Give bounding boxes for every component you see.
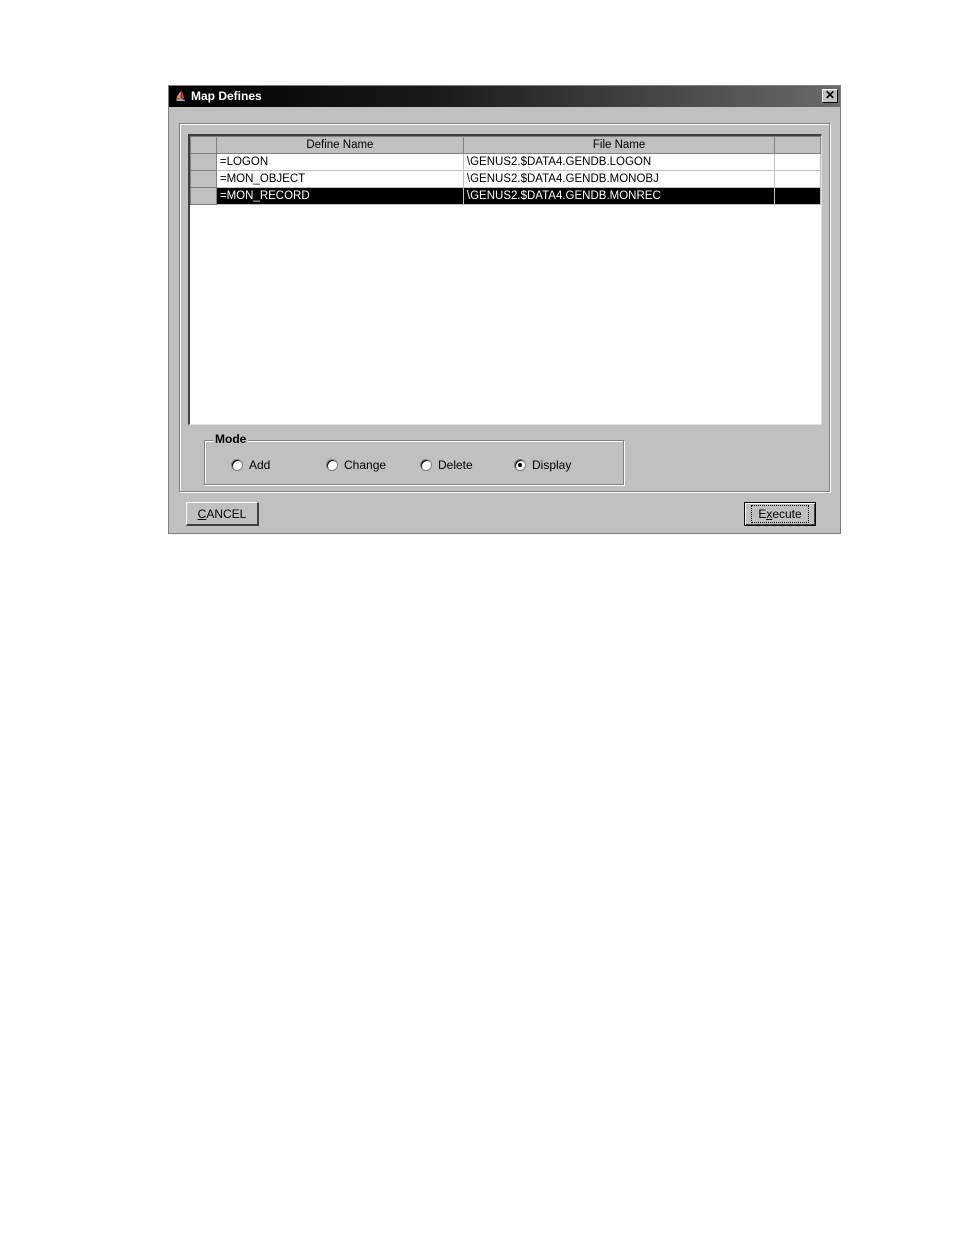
mode-radio-delete[interactable]: Delete bbox=[420, 458, 473, 472]
close-icon: ✕ bbox=[824, 88, 836, 102]
execute-focus: Execute bbox=[751, 505, 809, 523]
column-header-define-name[interactable]: Define Name bbox=[215, 136, 464, 154]
define-name-cell[interactable]: =LOGON bbox=[215, 153, 464, 171]
table-row[interactable]: =MON_OBJECT \GENUS2.$DATA4.GENDB.MONOBJ bbox=[190, 170, 821, 188]
extra-cell[interactable] bbox=[774, 187, 821, 205]
defines-table: Define Name File Name =LOGON \GENUS2.$DA… bbox=[190, 136, 821, 205]
mode-radio-display[interactable]: Display bbox=[514, 458, 571, 472]
row-header[interactable] bbox=[190, 170, 217, 188]
execute-label-rest: ecute bbox=[772, 507, 802, 521]
extra-cell[interactable] bbox=[774, 153, 821, 171]
cancel-label: ANCEL bbox=[206, 507, 247, 521]
define-name-cell[interactable]: =MON_RECORD bbox=[215, 187, 464, 205]
content-panel: Define Name File Name =LOGON \GENUS2.$DA… bbox=[179, 123, 830, 492]
extra-cell[interactable] bbox=[774, 170, 821, 188]
radio-label: Add bbox=[249, 458, 271, 472]
radio-icon[interactable] bbox=[420, 459, 432, 471]
cancel-button[interactable]: CANCEL bbox=[186, 502, 259, 526]
row-header[interactable] bbox=[190, 187, 217, 205]
app-icon: ⛵ bbox=[175, 91, 187, 101]
radio-label: Display bbox=[532, 458, 572, 472]
execute-button[interactable]: Execute bbox=[744, 502, 816, 526]
mode-group: Mode Add Change Delete Display bbox=[204, 432, 624, 485]
radio-label: Delete bbox=[438, 458, 473, 472]
header-row: Define Name File Name bbox=[190, 136, 821, 154]
table-row-selected[interactable]: =MON_RECORD \GENUS2.$DATA4.GENDB.MONREC bbox=[190, 187, 821, 205]
close-button[interactable]: ✕ bbox=[822, 89, 838, 103]
radio-label: Change bbox=[344, 458, 387, 472]
column-header-file-name[interactable]: File Name bbox=[462, 136, 776, 154]
radio-icon[interactable] bbox=[326, 459, 338, 471]
column-header-extra[interactable] bbox=[774, 136, 821, 154]
file-name-cell[interactable]: \GENUS2.$DATA4.GENDB.LOGON bbox=[462, 153, 776, 171]
mode-legend: Mode bbox=[213, 432, 249, 446]
radio-checked-icon[interactable] bbox=[514, 459, 526, 471]
map-defines-dialog: ⛵ Map Defines ✕ Define Name File Name =L… bbox=[168, 85, 841, 534]
file-name-cell[interactable]: \GENUS2.$DATA4.GENDB.MONREC bbox=[462, 187, 776, 205]
window-title: Map Defines bbox=[191, 89, 262, 103]
table-row[interactable]: =LOGON \GENUS2.$DATA4.GENDB.LOGON bbox=[190, 153, 821, 171]
mode-radio-change[interactable]: Change bbox=[326, 458, 386, 472]
corner-cell bbox=[190, 136, 217, 154]
define-name-cell[interactable]: =MON_OBJECT bbox=[215, 170, 464, 188]
defines-grid[interactable]: Define Name File Name =LOGON \GENUS2.$DA… bbox=[188, 134, 822, 425]
radio-icon[interactable] bbox=[231, 459, 243, 471]
title-bar[interactable]: ⛵ Map Defines ✕ bbox=[169, 86, 840, 107]
mode-radio-add[interactable]: Add bbox=[231, 458, 270, 472]
file-name-cell[interactable]: \GENUS2.$DATA4.GENDB.MONOBJ bbox=[462, 170, 776, 188]
row-header[interactable] bbox=[190, 153, 217, 171]
